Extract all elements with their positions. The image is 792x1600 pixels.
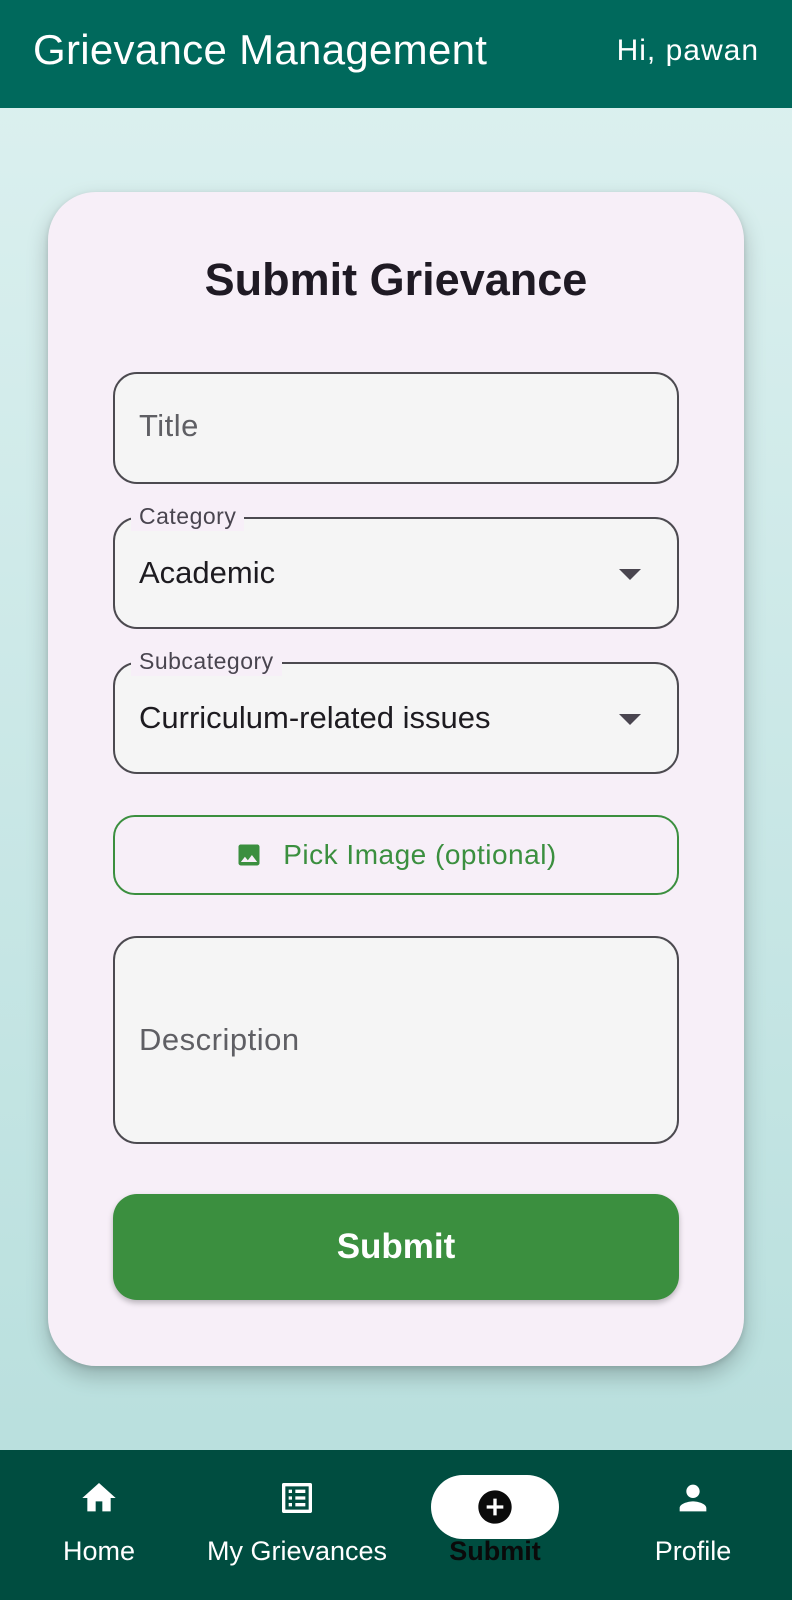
subcategory-value: Curriculum-related issues — [139, 700, 491, 735]
title-input[interactable]: Title — [113, 372, 679, 484]
nav-label-profile: Profile — [654, 1536, 732, 1566]
person-icon — [673, 1478, 713, 1518]
add-circle-icon — [475, 1487, 515, 1527]
nav-label-my-grievances: My Grievances — [206, 1536, 388, 1566]
nav-item-home[interactable]: Home — [0, 1450, 198, 1600]
pick-image-button[interactable]: Pick Image (optional) — [113, 815, 679, 895]
nav-item-my-grievances[interactable]: My Grievances — [198, 1450, 396, 1600]
image-icon — [235, 841, 263, 869]
nav-item-submit[interactable]: Submit — [396, 1450, 594, 1600]
nav-label-submit: Submit — [449, 1536, 541, 1566]
subcategory-dropdown[interactable]: Subcategory Curriculum-related issues — [113, 646, 679, 774]
category-value: Academic — [139, 555, 276, 590]
list-icon — [277, 1478, 317, 1518]
category-label: Category — [131, 501, 245, 531]
app-title: Grievance Management — [33, 26, 488, 73]
chevron-down-icon — [619, 569, 641, 580]
active-indicator — [431, 1475, 559, 1539]
form-heading: Submit Grievance — [204, 254, 588, 305]
title-placeholder: Title — [139, 408, 199, 443]
user-greeting: Hi, pawan — [616, 34, 759, 67]
category-dropdown[interactable]: Category Academic — [113, 501, 679, 629]
chevron-down-icon — [619, 714, 641, 725]
subcategory-label: Subcategory — [131, 646, 282, 676]
home-icon — [79, 1478, 119, 1518]
nav-item-profile[interactable]: Profile — [594, 1450, 792, 1600]
nav-label-home: Home — [62, 1536, 136, 1566]
submit-grievance-card: Submit Grievance Title Category Academic… — [48, 192, 744, 1366]
description-placeholder: Description — [139, 1022, 300, 1057]
app-bar: Grievance Management Hi, pawan — [0, 0, 792, 108]
description-input[interactable]: Description — [113, 936, 679, 1144]
pick-image-label: Pick Image (optional) — [283, 839, 557, 870]
submit-button[interactable]: Submit — [113, 1194, 679, 1300]
bottom-navigation: Home My Grievances Submit Profile — [0, 1450, 792, 1600]
